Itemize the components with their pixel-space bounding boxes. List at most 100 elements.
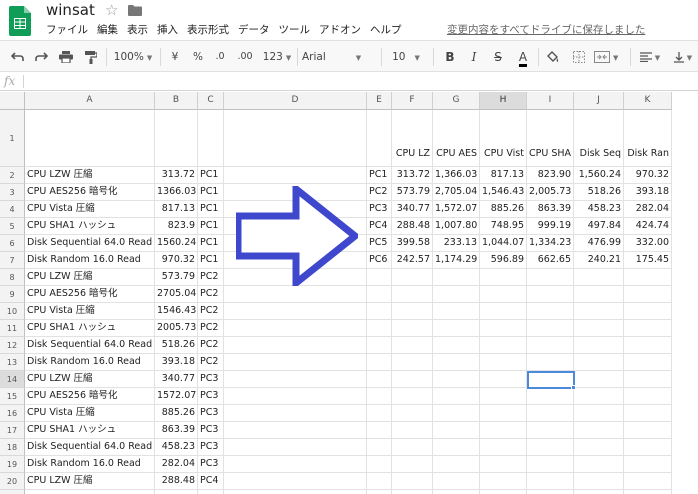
cell-d15[interactable]	[224, 388, 367, 405]
row-header-13[interactable]: 13	[0, 354, 25, 371]
cell-d19[interactable]	[224, 456, 367, 473]
text-color-button[interactable]: A	[514, 41, 532, 73]
menu-file[interactable]: ファイル	[46, 23, 88, 37]
star-icon[interactable]: ☆	[105, 1, 118, 19]
cell-j9[interactable]	[574, 286, 624, 303]
cell-k1[interactable]: Disk Random 16.0 Read	[624, 110, 672, 167]
cell-a10[interactable]: CPU Vista 圧縮	[25, 303, 155, 320]
cell-g6[interactable]: 233.13	[433, 235, 480, 252]
cell-h20[interactable]	[480, 473, 527, 490]
column-header-e[interactable]: E	[367, 92, 392, 110]
cell-a4[interactable]: CPU Vista 圧縮	[25, 201, 155, 218]
paint-format-icon[interactable]	[82, 41, 100, 73]
cell-f3[interactable]: 573.79	[392, 184, 433, 201]
cell-j12[interactable]	[574, 337, 624, 354]
cell-g5[interactable]: 1,007.80	[433, 218, 480, 235]
cell-i16[interactable]	[527, 405, 574, 422]
spreadsheet-grid[interactable]: A B C D E F G H I J K 1 2 3 4 5 6 7 8 9 10 11 12 13 14 15 16 17 18 19…	[0, 92, 698, 494]
cell-g20[interactable]	[433, 473, 480, 490]
column-header-a[interactable]: A	[25, 92, 155, 110]
cell-h15[interactable]	[480, 388, 527, 405]
cell-c15[interactable]: PC3	[198, 388, 224, 405]
cell-e2[interactable]: PC1	[367, 167, 392, 184]
cell-g8[interactable]	[433, 269, 480, 286]
cell-j20[interactable]	[574, 473, 624, 490]
cell-d17[interactable]	[224, 422, 367, 439]
cell-d2[interactable]	[224, 167, 367, 184]
active-cell-i14[interactable]	[527, 371, 575, 389]
cell-f8[interactable]	[392, 269, 433, 286]
cell-g11[interactable]	[433, 320, 480, 337]
column-header-j[interactable]: J	[574, 92, 624, 110]
cell-h14[interactable]	[480, 371, 527, 388]
cell-g3[interactable]: 2,705.04	[433, 184, 480, 201]
cell-j18[interactable]	[574, 439, 624, 456]
row-header-6[interactable]: 6	[0, 235, 25, 252]
cell-e10[interactable]	[367, 303, 392, 320]
cell-g7[interactable]: 1,174.29	[433, 252, 480, 269]
cell-c19[interactable]: PC3	[198, 456, 224, 473]
cell-h7[interactable]: 596.89	[480, 252, 527, 269]
cell-e9[interactable]	[367, 286, 392, 303]
cell-h16[interactable]	[480, 405, 527, 422]
cell-c18[interactable]: PC3	[198, 439, 224, 456]
row-header-16[interactable]: 16	[0, 405, 25, 422]
row-header-18[interactable]: 18	[0, 439, 25, 456]
row-header-8[interactable]: 8	[0, 269, 25, 286]
folder-icon[interactable]	[128, 5, 142, 16]
cell-f4[interactable]: 340.77	[392, 201, 433, 218]
cell-i21[interactable]	[527, 490, 574, 494]
cell-h11[interactable]	[480, 320, 527, 337]
menu-format[interactable]: 表示形式	[187, 23, 229, 37]
cell-e5[interactable]: PC4	[367, 218, 392, 235]
cell-b3[interactable]: 1366.03	[155, 184, 198, 201]
cell-h10[interactable]	[480, 303, 527, 320]
cell-a9[interactable]: CPU AES256 暗号化	[25, 286, 155, 303]
menu-addons[interactable]: アドオン	[319, 23, 361, 37]
document-title[interactable]: winsat	[46, 1, 95, 19]
cell-h8[interactable]	[480, 269, 527, 286]
align-left-icon[interactable]: ▼	[637, 41, 663, 73]
column-header-b[interactable]: B	[155, 92, 198, 110]
cell-i17[interactable]	[527, 422, 574, 439]
cell-e13[interactable]	[367, 354, 392, 371]
row-header-1[interactable]: 1	[0, 110, 25, 167]
cell-c6[interactable]: PC1	[198, 235, 224, 252]
cell-a6[interactable]: Disk Sequential 64.0 Read	[25, 235, 155, 252]
cell-h21[interactable]	[480, 490, 527, 494]
cell-d12[interactable]	[224, 337, 367, 354]
formula-input[interactable]	[28, 72, 698, 90]
cell-k9[interactable]	[624, 286, 672, 303]
vertical-align-icon[interactable]: ▼	[671, 41, 695, 73]
cell-c21[interactable]	[198, 490, 224, 494]
cell-k13[interactable]	[624, 354, 672, 371]
cell-e16[interactable]	[367, 405, 392, 422]
cell-a15[interactable]: CPU AES256 暗号化	[25, 388, 155, 405]
cell-c5[interactable]: PC1	[198, 218, 224, 235]
cell-a18[interactable]: Disk Sequential 64.0 Read	[25, 439, 155, 456]
cell-c8[interactable]: PC2	[198, 269, 224, 286]
cell-i4[interactable]: 863.39	[527, 201, 574, 218]
cell-j5[interactable]: 497.84	[574, 218, 624, 235]
right-arrow-shape[interactable]	[236, 186, 358, 286]
row-header-17[interactable]: 17	[0, 422, 25, 439]
cell-b15[interactable]: 1572.07	[155, 388, 198, 405]
cell-c7[interactable]: PC1	[198, 252, 224, 269]
cell-j21[interactable]	[574, 490, 624, 494]
cell-j2[interactable]: 1,560.24	[574, 167, 624, 184]
cell-c10[interactable]: PC2	[198, 303, 224, 320]
column-header-k[interactable]: K	[624, 92, 672, 110]
menu-edit[interactable]: 編集	[97, 23, 118, 37]
cell-e18[interactable]	[367, 439, 392, 456]
cell-e15[interactable]	[367, 388, 392, 405]
cell-j8[interactable]	[574, 269, 624, 286]
borders-icon[interactable]	[570, 41, 588, 73]
cell-f11[interactable]	[392, 320, 433, 337]
cell-b12[interactable]: 518.26	[155, 337, 198, 354]
cell-c17[interactable]: PC3	[198, 422, 224, 439]
cell-f17[interactable]	[392, 422, 433, 439]
cell-f1[interactable]: CPU LZW 圧縮	[392, 110, 433, 167]
cell-f10[interactable]	[392, 303, 433, 320]
cell-i10[interactable]	[527, 303, 574, 320]
cell-a2[interactable]: CPU LZW 圧縮	[25, 167, 155, 184]
